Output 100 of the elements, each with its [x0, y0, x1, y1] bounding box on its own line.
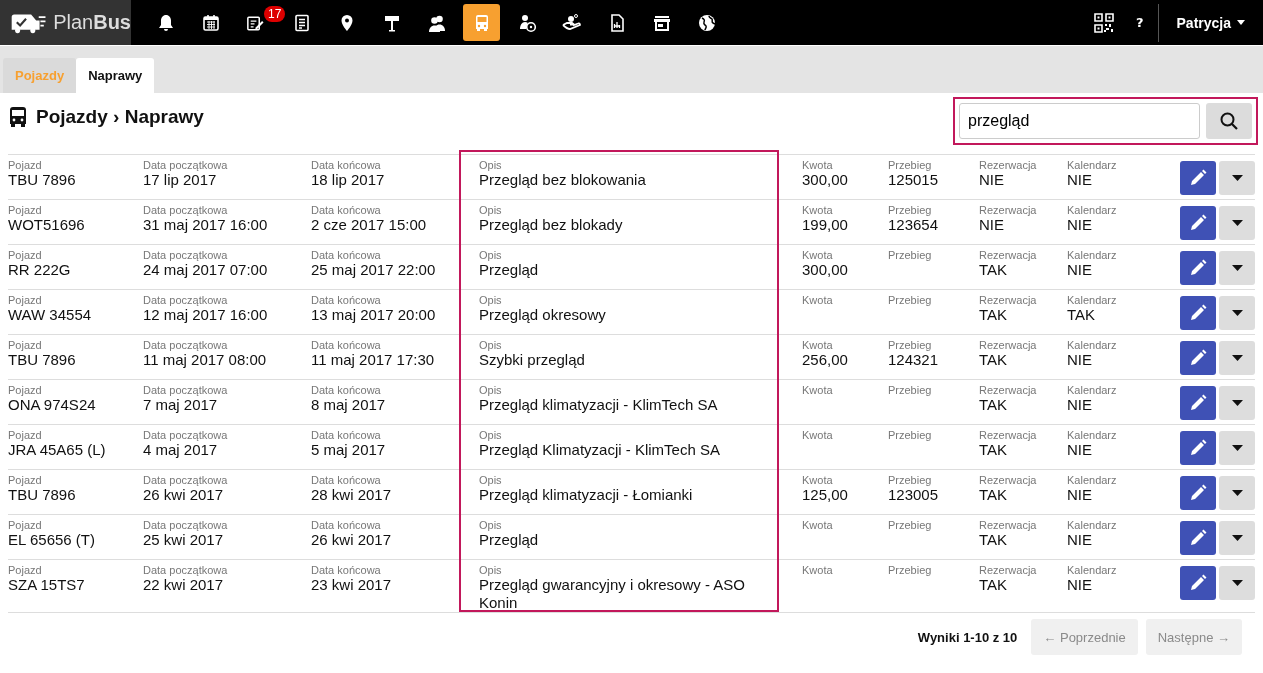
field-label: Pojazd [8, 564, 43, 576]
field-value: 4 maj 2017 [143, 441, 219, 459]
field-label: Data końcowa [311, 474, 382, 486]
field-label: Data początkowa [143, 519, 229, 531]
field-value: NIE [1067, 576, 1093, 594]
pencil-icon [1189, 484, 1207, 502]
field-label: Kalendarz [1067, 429, 1118, 441]
edit-button[interactable] [1180, 566, 1216, 600]
field-label: Przebieg [888, 159, 933, 171]
field-value: 12 maj 2017 16:00 [143, 306, 269, 324]
edit-button[interactable] [1180, 341, 1216, 375]
field-value: Przegląd Klimatyzacji - KlimTech SA [479, 441, 721, 459]
field-label: Przebieg [888, 519, 933, 531]
edit-button[interactable] [1180, 251, 1216, 285]
page-title: Pojazdy › Naprawy [36, 106, 204, 128]
field-label: Przebieg [888, 294, 933, 306]
field-label: Opis [479, 384, 503, 396]
field-value: Przegląd okresowy [479, 306, 607, 324]
user-menu[interactable]: Patrycja [1158, 14, 1263, 31]
field-value: 26 kwi 2017 [311, 531, 393, 549]
field-value: WOT51696 [8, 216, 86, 234]
edit-button[interactable] [1180, 521, 1216, 555]
field-label: Przebieg [888, 474, 933, 486]
field-label: Data początkowa [143, 429, 229, 441]
results-summary: Wyniki 1-10 z 10 [917, 629, 1018, 645]
field-value: NIE [1067, 171, 1093, 189]
dropdown-button[interactable] [1219, 431, 1255, 465]
dropdown-button[interactable] [1219, 296, 1255, 330]
field-label: Przebieg [888, 339, 933, 351]
field-label: Kwota [802, 474, 834, 486]
field-label: Pojazd [8, 474, 43, 486]
dropdown-button[interactable] [1219, 476, 1255, 510]
field-label: Opis [479, 429, 503, 441]
field-label: Opis [479, 249, 503, 261]
tab[interactable]: Naprawy [76, 58, 155, 93]
field-value: 256,00 [802, 351, 849, 369]
dropdown-button[interactable] [1219, 521, 1255, 555]
search-button[interactable] [1206, 103, 1252, 139]
field-label: Data końcowa [311, 429, 382, 441]
field-label: Kalendarz [1067, 519, 1118, 531]
field-value: Przegląd [479, 261, 540, 279]
field-label: Data początkowa [143, 204, 229, 216]
dropdown-button[interactable] [1219, 161, 1255, 195]
field-label: Kwota [802, 429, 834, 441]
field-label: Data początkowa [143, 384, 229, 396]
field-label: Rezerwacja [979, 564, 1038, 576]
dropdown-button[interactable] [1219, 566, 1255, 600]
caret-icon [1231, 445, 1243, 451]
field-value: 125,00 [802, 486, 849, 504]
field-label: Pojazd [8, 159, 43, 171]
bus-nav-button[interactable] [463, 4, 501, 41]
edit-button[interactable] [1180, 431, 1216, 465]
field-value: NIE [1067, 441, 1093, 459]
bus-icon [8, 106, 28, 128]
field-label: Rezerwacja [979, 294, 1038, 306]
field-value: Przegląd gwarancyjny i okresowy - ASO Konin [479, 576, 746, 612]
field-value: NIE [1067, 531, 1093, 549]
edit-button[interactable] [1180, 206, 1216, 240]
field-value: ONA 974S24 [8, 396, 97, 414]
dropdown-button[interactable] [1219, 386, 1255, 420]
globe-icon [696, 12, 717, 33]
field-label: Kalendarz [1067, 249, 1118, 261]
edit-button[interactable] [1180, 161, 1216, 195]
field-label: Kalendarz [1067, 474, 1118, 486]
caret-icon [1231, 535, 1243, 541]
edit-button[interactable] [1180, 386, 1216, 420]
qr-code-icon[interactable] [1093, 12, 1114, 33]
field-value: 11 maj 2017 08:00 [143, 351, 268, 369]
pencil-icon [1189, 304, 1207, 322]
field-label: Pojazd [8, 294, 43, 306]
field-label: Pojazd [8, 519, 43, 531]
field-value: Przegląd klimatyzacji - KlimTech SA [479, 396, 719, 414]
dropdown-button[interactable] [1219, 206, 1255, 240]
field-label: Data końcowa [311, 564, 382, 576]
dropdown-button[interactable] [1219, 341, 1255, 375]
pencil-icon [1189, 529, 1207, 547]
field-value: NIE [1067, 486, 1093, 504]
field-value: 23 kwi 2017 [311, 576, 393, 594]
field-value: 31 maj 2017 16:00 [143, 216, 269, 234]
dropdown-button[interactable] [1219, 251, 1255, 285]
calendar-icon [200, 12, 221, 33]
help-link[interactable]: ? [1135, 15, 1144, 30]
planbus-logo[interactable]: PlanBus [0, 0, 131, 45]
search-field[interactable]: przegląd [959, 103, 1200, 139]
field-label: Pojazd [8, 204, 43, 216]
caret-icon [1231, 400, 1243, 406]
edit-button[interactable] [1180, 296, 1216, 330]
field-label: Pojazd [8, 339, 43, 351]
field-value: 11 maj 2017 17:30 [311, 351, 436, 369]
edit-button[interactable] [1180, 476, 1216, 510]
caret-icon [1231, 310, 1243, 316]
pencil-icon [1189, 439, 1207, 457]
field-label: Data końcowa [311, 159, 382, 171]
field-value: SZA 15TS7 [8, 576, 86, 594]
field-value: 22 kwi 2017 [143, 576, 225, 594]
field-label: Data końcowa [311, 384, 382, 396]
field-label: Kwota [802, 249, 834, 261]
field-label: Data początkowa [143, 294, 229, 306]
field-value: NIE [979, 171, 1005, 189]
field-label: Kalendarz [1067, 294, 1118, 306]
